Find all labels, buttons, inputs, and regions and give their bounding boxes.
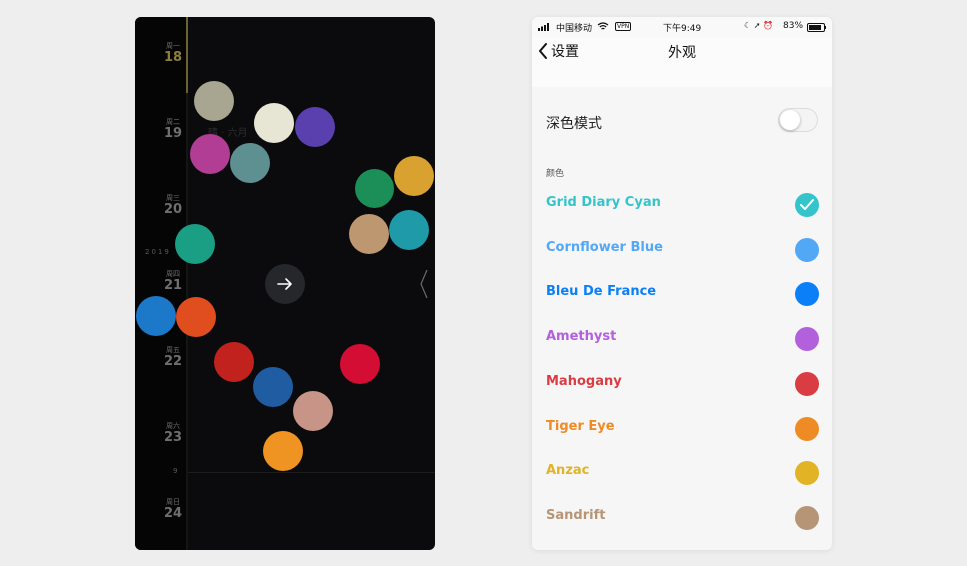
clock: 下午9:49 bbox=[663, 24, 702, 34]
day-item[interactable]: 周六 23 bbox=[161, 422, 185, 445]
color-dot bbox=[175, 224, 215, 264]
color-swatch bbox=[795, 327, 819, 352]
timeline-current-marker bbox=[186, 17, 188, 93]
color-dot bbox=[194, 81, 234, 121]
color-dot bbox=[295, 107, 335, 147]
section-header-colors: 颜色 bbox=[546, 169, 565, 179]
color-option-row[interactable]: Cornflower Blue bbox=[532, 228, 832, 272]
color-swatch bbox=[795, 193, 819, 217]
color-dot bbox=[253, 367, 293, 407]
color-option-name: Cornflower Blue bbox=[546, 239, 663, 255]
appearance-settings-screen: 中国移动 VPN 下午9:49 ☾ ➚ ⏰ 83% 设置 外观 深色模式 颜色 … bbox=[532, 17, 832, 550]
color-option-row[interactable]: Mahogany bbox=[532, 362, 832, 406]
color-option-name: Grid Diary Cyan bbox=[546, 195, 661, 210]
color-swatch bbox=[795, 461, 819, 486]
color-swatch bbox=[795, 416, 819, 441]
status-icons: ☾ ➚ ⏰ bbox=[744, 21, 773, 30]
color-dot bbox=[136, 296, 176, 336]
color-option-name: Sandrift bbox=[546, 507, 606, 523]
color-option-row[interactable]: Anzac bbox=[532, 451, 832, 495]
color-swatch bbox=[795, 237, 819, 262]
color-option-row[interactable]: Bleu De France bbox=[532, 272, 832, 316]
color-dot bbox=[263, 431, 303, 471]
color-dot bbox=[190, 134, 230, 174]
battery-percent: 83% bbox=[783, 21, 804, 31]
arrow-right-icon bbox=[277, 278, 292, 290]
color-option-name: Bleu De France bbox=[546, 284, 657, 300]
color-option-row[interactable]: Amethyst bbox=[532, 317, 832, 361]
battery-icon bbox=[807, 23, 826, 32]
time-divider bbox=[188, 472, 435, 473]
color-option-row[interactable]: Tiger Eye bbox=[532, 407, 832, 451]
day-item[interactable]: 周二 19 bbox=[161, 118, 185, 141]
color-dot bbox=[389, 210, 429, 250]
color-dot bbox=[394, 156, 434, 196]
chevron-left-icon[interactable] bbox=[419, 269, 429, 299]
time-divider-label: 9 bbox=[173, 467, 178, 475]
signal-icon bbox=[538, 23, 549, 31]
color-dot bbox=[355, 169, 394, 208]
day-item[interactable]: 周一 18 bbox=[161, 42, 185, 65]
color-option-name: Tiger Eye bbox=[546, 418, 615, 434]
dark-theme-preview: 2019 周一 18 周二 19 周三 20 周四 21 周五 22 周六 23… bbox=[135, 17, 435, 550]
vpn-badge: VPN bbox=[615, 22, 632, 31]
color-dot bbox=[293, 391, 333, 431]
color-option-name: Anzac bbox=[546, 463, 590, 479]
carrier-label: 中国移动 bbox=[556, 24, 593, 34]
color-option-name: Amethyst bbox=[546, 329, 617, 345]
day-item[interactable]: 周三 20 bbox=[161, 194, 185, 217]
timeline-rail bbox=[186, 17, 188, 550]
color-option-row[interactable]: Sandrift bbox=[532, 496, 832, 540]
day-item[interactable]: 周日 24 bbox=[161, 498, 185, 521]
page-title: 外观 bbox=[668, 45, 696, 61]
color-dot bbox=[214, 342, 254, 382]
color-swatch bbox=[795, 282, 819, 307]
color-dot bbox=[254, 103, 294, 143]
wifi-icon bbox=[597, 22, 609, 30]
checkmark-icon bbox=[800, 199, 814, 210]
day-item[interactable]: 周五 22 bbox=[161, 346, 185, 369]
color-swatch bbox=[795, 505, 819, 530]
next-button[interactable] bbox=[265, 264, 305, 304]
color-dot bbox=[230, 143, 270, 183]
color-dot bbox=[176, 297, 216, 337]
year-label: 2019 bbox=[145, 247, 169, 257]
dark-mode-toggle[interactable] bbox=[778, 108, 818, 132]
color-option-name: Mahogany bbox=[546, 373, 622, 389]
status-bar: 中国移动 VPN 下午9:49 ☾ ➚ ⏰ 83% bbox=[532, 17, 832, 37]
dark-mode-row: 深色模式 bbox=[532, 101, 832, 145]
color-option-row[interactable]: Grid Diary Cyan bbox=[532, 183, 832, 227]
color-dot bbox=[340, 344, 380, 384]
color-dot bbox=[349, 214, 389, 254]
day-item[interactable]: 周四 21 bbox=[161, 270, 185, 293]
color-swatch bbox=[795, 371, 819, 396]
dark-mode-label: 深色模式 bbox=[546, 116, 602, 132]
